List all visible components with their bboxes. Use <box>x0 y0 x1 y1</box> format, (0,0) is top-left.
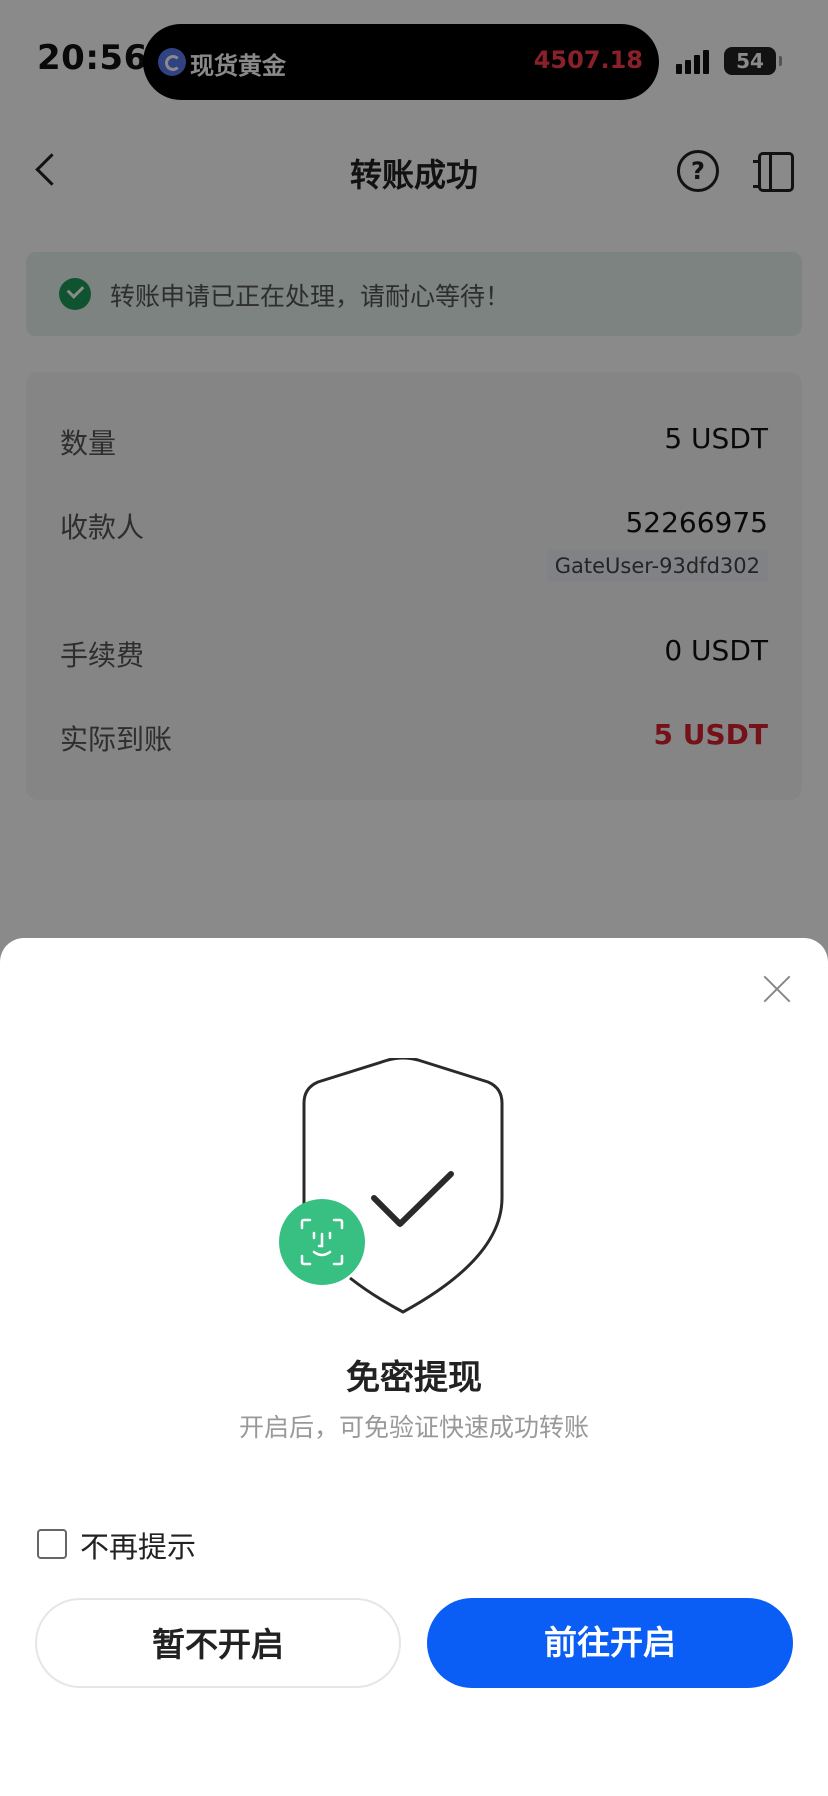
close-icon[interactable] <box>762 974 792 1004</box>
enable-button[interactable]: 前往开启 <box>427 1598 793 1688</box>
face-id-icon <box>279 1199 365 1285</box>
dont-remind-label[interactable]: 不再提示 <box>80 1524 196 1566</box>
not-now-button[interactable]: 暂不开启 <box>35 1598 401 1688</box>
shield-check-icon <box>279 1058 504 1314</box>
sheet-title: 免密提现 <box>346 1358 482 1398</box>
sheet-subtitle: 开启后，可免验证快速成功转账 <box>238 1413 589 1442</box>
dont-remind-checkbox[interactable] <box>37 1529 67 1559</box>
